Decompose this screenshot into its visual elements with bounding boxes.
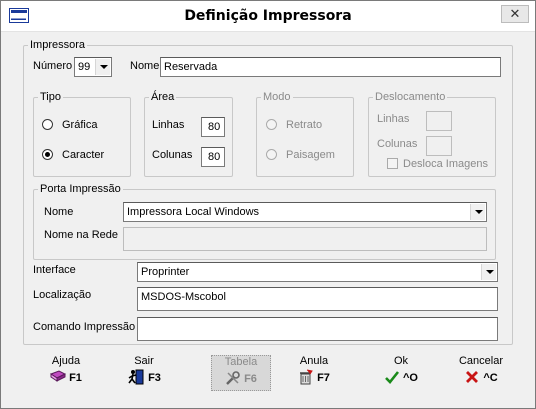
porta-nome-value: Impressora Local Windows — [127, 206, 260, 218]
ajuda-key: F1 — [69, 372, 82, 384]
interface-select[interactable]: Proprinter — [137, 262, 498, 282]
porta-rede-field[interactable] — [123, 227, 487, 251]
exit-icon — [127, 369, 145, 388]
localizacao-field[interactable]: MSDOS-Mscobol — [137, 287, 498, 311]
numero-value: 99 — [78, 61, 91, 73]
sair-key: F3 — [148, 372, 161, 384]
tools-icon — [225, 370, 241, 389]
anula-key: F7 — [317, 372, 330, 384]
interface-label: Interface — [33, 264, 76, 276]
desloc-colunas-field[interactable] — [426, 136, 452, 156]
ok-button[interactable]: Ok ^O — [371, 355, 431, 391]
cancelar-key: ^C — [483, 372, 498, 384]
localizacao-label: Localização — [33, 289, 92, 301]
anula-label: Anula — [299, 355, 329, 367]
area-colunas-label: Colunas — [152, 149, 193, 161]
window-title: Definição Impressora — [184, 8, 352, 24]
ajuda-label: Ajuda — [51, 355, 81, 367]
radio-caracter[interactable] — [42, 149, 53, 160]
nome-label: Nome — [130, 60, 160, 72]
sair-button[interactable]: Sair F3 — [114, 355, 174, 391]
check-icon — [384, 369, 400, 388]
numero-label: Número — [33, 60, 73, 72]
tipo-group: Tipo — [33, 91, 131, 177]
book-icon — [49, 369, 67, 387]
nome-field[interactable]: Reservada — [160, 57, 501, 77]
area-linhas-label: Linhas — [152, 119, 185, 131]
desloca-imagens-checkbox[interactable] — [387, 158, 398, 169]
tabela-label: Tabela — [224, 356, 258, 368]
ok-key: ^O — [403, 372, 418, 384]
radio-grafica[interactable] — [42, 119, 53, 130]
tipo-legend: Tipo — [40, 91, 61, 103]
anula-button[interactable]: Anula F7 — [284, 355, 344, 391]
modo-group: Modo — [256, 91, 354, 177]
area-colunas-field[interactable]: 80 — [201, 147, 225, 167]
close-button[interactable]: ✕ — [501, 5, 529, 23]
chevron-down-icon[interactable] — [470, 204, 485, 220]
desloc-linhas-label: Linhas — [377, 113, 410, 125]
chevron-down-icon[interactable] — [481, 264, 496, 280]
title-bar[interactable]: ▬▬▬ Definição Impressora ✕ — [1, 1, 535, 32]
desloc-linhas-field[interactable] — [426, 111, 452, 131]
sair-label: Sair — [134, 355, 154, 367]
cancelar-label: Cancelar — [458, 355, 504, 367]
chevron-down-icon[interactable] — [95, 59, 110, 75]
tabela-button[interactable]: Tabela F6 — [211, 355, 271, 391]
area-linhas-field[interactable]: 80 — [201, 117, 225, 137]
impressora-legend: Impressora — [30, 39, 86, 51]
porta-legend: Porta Impressão — [40, 183, 121, 195]
cancelar-button[interactable]: Cancelar ^C — [451, 355, 511, 391]
deslocamento-legend: Deslocamento — [375, 91, 446, 103]
area-legend: Área — [151, 91, 175, 103]
ok-label: Ok — [393, 355, 409, 367]
porta-nome-label: Nome — [44, 206, 74, 218]
radio-retrato-label: Retrato — [286, 119, 323, 131]
radio-grafica-label: Gráfica — [62, 119, 98, 131]
comando-label: Comando Impressão — [33, 321, 136, 333]
ajuda-button[interactable]: Ajuda F1 — [36, 355, 96, 391]
radio-retrato[interactable] — [266, 119, 277, 130]
desloc-colunas-label: Colunas — [377, 138, 418, 150]
trash-icon — [298, 369, 314, 388]
desloca-imagens-label: Desloca Imagens — [403, 158, 488, 170]
tabela-key: F6 — [244, 373, 257, 385]
radio-paisagem[interactable] — [266, 149, 277, 160]
interface-value: Proprinter — [141, 266, 190, 278]
dialog-window: ▬▬▬ Definição Impressora ✕ Impressora Nú… — [0, 0, 536, 409]
modo-legend: Modo — [263, 91, 291, 103]
radio-paisagem-label: Paisagem — [286, 149, 335, 161]
numero-select[interactable]: 99 — [74, 57, 112, 77]
porta-nome-select[interactable]: Impressora Local Windows — [123, 202, 487, 222]
comando-field[interactable] — [137, 317, 498, 341]
radio-caracter-label: Caracter — [62, 149, 105, 161]
x-icon — [464, 369, 480, 388]
porta-rede-label: Nome na Rede — [44, 229, 118, 241]
